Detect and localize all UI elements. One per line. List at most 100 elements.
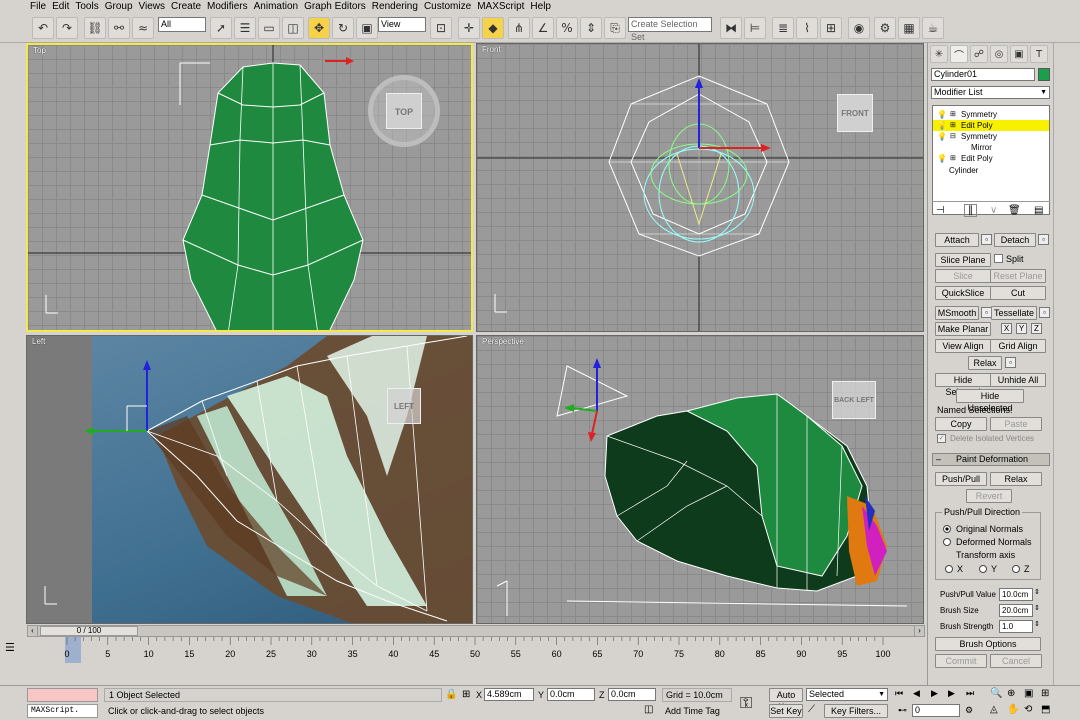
detach-settings-icon[interactable]: ▫ <box>1038 234 1049 245</box>
planar-y-button[interactable]: Y <box>1016 323 1027 334</box>
undo-icon[interactable]: ↶ <box>32 17 54 39</box>
show-end-result-icon[interactable]: ∥ <box>964 204 977 217</box>
quick-render-icon[interactable]: ☕ <box>922 17 944 39</box>
quickslice-button[interactable]: QuickSlice <box>935 286 991 300</box>
viewcube-left[interactable]: LEFT <box>387 388 421 424</box>
push-pull-button[interactable]: Push/Pull <box>935 472 987 486</box>
utilities-tab-icon[interactable]: T <box>1030 45 1048 63</box>
brush-size-field[interactable]: 20.0cm <box>999 604 1033 617</box>
key-mode-dropdown[interactable]: Selected ▼ <box>806 688 888 701</box>
unlink-icon[interactable]: ⚯ <box>108 17 130 39</box>
lightbulb-icon[interactable]: 💡 <box>937 109 947 120</box>
keyboard-shortcut-override-icon[interactable]: ◆ <box>482 17 504 39</box>
expand-icon[interactable]: ⊞ <box>950 153 956 164</box>
spinner-icon[interactable]: ⇕ <box>1034 588 1040 596</box>
absolute-mode-icon[interactable]: ⊞ <box>462 689 470 700</box>
object-name-field[interactable]: Cylinder01 <box>931 68 1035 81</box>
axis-y-radio[interactable] <box>979 565 987 573</box>
z-coordinate-field[interactable]: 0.0cm <box>608 688 656 701</box>
stack-item-symmetry[interactable]: 💡 ⊞ Symmetry <box>933 109 1049 120</box>
stack-item-edit-poly-2[interactable]: 💡 ⊞ Edit Poly <box>933 153 1049 164</box>
redo-icon[interactable]: ↷ <box>56 17 78 39</box>
menu-graph-editors[interactable]: Graph Editors <box>304 0 372 13</box>
reference-coordinate-dropdown[interactable]: View <box>378 17 426 32</box>
lightbulb-icon[interactable]: 💡 <box>937 153 947 164</box>
spinner-icon[interactable]: ⇕ <box>1034 620 1040 628</box>
rectangular-selection-icon[interactable]: ▭ <box>258 17 280 39</box>
make-unique-icon[interactable]: ∨ <box>990 205 997 216</box>
menu-customize[interactable]: Customize <box>424 0 477 13</box>
go-to-end-icon[interactable]: ⏭ <box>966 688 974 699</box>
zoom-icon[interactable]: 🔍 <box>990 688 1002 699</box>
grid-align-button[interactable]: Grid Align <box>990 339 1046 353</box>
viewport-left[interactable]: Left LEFT <box>26 335 473 624</box>
attach-settings-icon[interactable]: ▫ <box>981 234 992 245</box>
schematic-view-icon[interactable]: ⊞ <box>820 17 842 39</box>
layer-manager-icon[interactable]: ≣ <box>772 17 794 39</box>
paste-button[interactable]: Paste <box>990 417 1042 431</box>
viewcube-front[interactable]: FRONT <box>837 94 873 132</box>
unhide-all-button[interactable]: Unhide All <box>990 373 1046 387</box>
current-frame-field[interactable]: 0 <box>912 704 960 717</box>
remove-modifier-icon[interactable]: 🗑 <box>1008 205 1021 216</box>
spinner-icon[interactable]: ⇕ <box>1034 604 1040 612</box>
configure-sets-icon[interactable]: ▤ <box>1034 205 1043 216</box>
mini-curve-editor-icon[interactable]: ☰ <box>5 641 21 655</box>
maxscript-input[interactable]: MAXScript. <box>27 704 98 718</box>
zoom-extents-all-icon[interactable]: ⊞ <box>1041 688 1049 699</box>
menu-tools[interactable]: Tools <box>75 0 104 13</box>
track-bar[interactable]: ☰ 0 5 10 15 20 25 30 35 40 45 50 55 60 65 70 75 80 85 90 95… <box>5 637 925 663</box>
render-setup-icon[interactable]: ⚙ <box>874 17 896 39</box>
slice-plane-button[interactable]: Slice Plane <box>935 253 991 267</box>
menu-maxscript[interactable]: MAXScript <box>477 0 530 13</box>
hierarchy-tab-icon[interactable]: ☍ <box>970 45 988 63</box>
relax-paint-button[interactable]: Relax <box>990 472 1042 486</box>
window-crossing-icon[interactable]: ◫ <box>282 17 304 39</box>
brush-options-button[interactable]: Brush Options <box>935 637 1041 651</box>
snap-3d-icon[interactable]: ⋔ <box>508 17 530 39</box>
copy-button[interactable]: Copy <box>935 417 987 431</box>
chevron-left-icon[interactable]: ‹ <box>28 626 38 636</box>
chevron-right-icon[interactable]: › <box>914 626 924 636</box>
msmooth-button[interactable]: MSmooth <box>935 306 979 320</box>
key-mode-toggle-icon[interactable]: ⊷ <box>898 705 907 716</box>
field-of-view-icon[interactable]: ◬ <box>990 704 998 715</box>
menu-help[interactable]: Help <box>530 0 557 13</box>
planar-x-button[interactable]: X <box>1001 323 1012 334</box>
hide-unselected-button[interactable]: Hide Unselected <box>956 389 1024 413</box>
time-slider[interactable]: ‹ 0 / 100 › <box>27 625 925 637</box>
stack-item-edit-poly[interactable]: 💡 ⊞ Edit Poly <box>933 120 1049 131</box>
lightbulb-icon[interactable]: 💡 <box>937 131 947 142</box>
edit-named-selection-icon[interactable]: ⎘ <box>604 17 626 39</box>
rotate-icon[interactable]: ↻ <box>332 17 354 39</box>
view-align-button[interactable]: View Align <box>935 339 991 353</box>
auto-key-button[interactable]: Auto Key <box>769 688 803 712</box>
menu-animation[interactable]: Animation <box>254 0 304 13</box>
select-object-icon[interactable]: ➚ <box>210 17 232 39</box>
push-pull-value-field[interactable]: 10.0cm <box>999 588 1033 601</box>
pivot-center-icon[interactable]: ⊡ <box>430 17 452 39</box>
menu-modifiers[interactable]: Modifiers <box>207 0 254 13</box>
delete-isolated-checkbox[interactable]: ✓ <box>937 434 946 443</box>
menu-group[interactable]: Group <box>105 0 139 13</box>
select-manipulate-icon[interactable]: ✛ <box>458 17 480 39</box>
modifier-list-dropdown[interactable]: Modifier List ▼ <box>931 86 1050 99</box>
create-tab-icon[interactable]: ✳ <box>930 45 948 63</box>
x-coordinate-field[interactable]: 4.589cm <box>484 688 534 701</box>
select-by-name-icon[interactable]: ☰ <box>234 17 256 39</box>
commit-button[interactable]: Commit <box>935 654 987 668</box>
stack-item-cylinder[interactable]: Cylinder <box>933 165 1049 176</box>
viewport-front[interactable]: Front FRONT <box>476 43 924 332</box>
axis-z-radio[interactable] <box>1012 565 1020 573</box>
menu-file[interactable]: File <box>30 0 52 13</box>
curve-editor-icon[interactable]: ⌇ <box>796 17 818 39</box>
viewport-top[interactable]: Top TOP <box>26 43 473 332</box>
pin-stack-icon[interactable]: ⊣ <box>936 205 945 216</box>
tessellate-button[interactable]: Tessellate <box>991 306 1037 320</box>
time-tag-icon[interactable]: ◫ <box>644 704 653 715</box>
bind-space-warp-icon[interactable]: ≈ <box>132 17 154 39</box>
viewcube-perspective[interactable]: BACK LEFT <box>832 381 876 419</box>
previous-frame-icon[interactable]: ◀ <box>913 688 920 699</box>
relax-settings-icon[interactable]: ▫ <box>1005 357 1016 368</box>
stack-item-mirror[interactable]: Mirror <box>933 142 1049 153</box>
